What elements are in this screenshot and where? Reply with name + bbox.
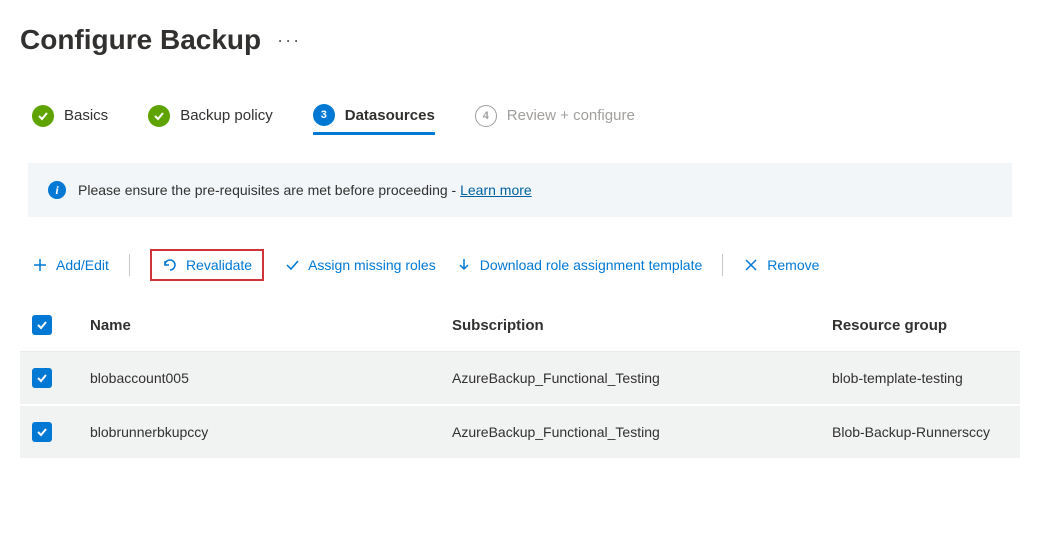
separator [722, 254, 723, 276]
step-number-icon: 4 [475, 105, 497, 127]
table-row[interactable]: blobaccount005 AzureBackup_Functional_Te… [20, 352, 1020, 406]
button-label: Assign missing roles [308, 257, 436, 273]
row-checkbox[interactable] [32, 368, 52, 388]
download-icon [456, 257, 472, 273]
row-subscription: AzureBackup_Functional_Testing [452, 370, 832, 386]
learn-more-link[interactable]: Learn more [460, 182, 532, 198]
wizard-tabs: Basics Backup policy 3 Datasources 4 Rev… [20, 64, 1020, 135]
info-banner-text: Please ensure the pre-requisites are met… [78, 182, 460, 198]
toolbar: Add/Edit Revalidate Assign missing roles… [20, 217, 1020, 299]
info-text: Please ensure the pre-requisites are met… [78, 182, 532, 198]
step-number-icon: 3 [313, 104, 335, 126]
assign-missing-roles-button[interactable]: Assign missing roles [284, 257, 436, 273]
tab-label: Datasources [345, 107, 435, 124]
row-resource-group: blob-template-testing [832, 370, 1008, 386]
row-resource-group: Blob-Backup-Runnersccy [832, 424, 1008, 440]
button-label: Download role assignment template [480, 257, 703, 273]
select-all-checkbox[interactable] [32, 315, 52, 335]
datasources-table: Name Subscription Resource group blobacc… [20, 299, 1020, 460]
name-header: Name [82, 317, 452, 334]
info-icon: i [48, 181, 66, 199]
row-name: blobrunnerbkupccy [82, 424, 452, 440]
x-icon [743, 257, 759, 273]
tab-datasources[interactable]: 3 Datasources [313, 104, 435, 135]
tab-label: Basics [64, 107, 108, 124]
subscription-header: Subscription [452, 317, 832, 334]
add-edit-button[interactable]: Add/Edit [32, 257, 109, 273]
separator [129, 254, 130, 276]
tab-backup-policy[interactable]: Backup policy [148, 105, 273, 135]
page-title: Configure Backup [20, 24, 261, 56]
plus-icon [32, 257, 48, 273]
check-icon [284, 257, 300, 273]
row-checkbox[interactable] [32, 422, 52, 442]
remove-button[interactable]: Remove [743, 257, 819, 273]
table-header-row: Name Subscription Resource group [20, 299, 1020, 352]
more-actions-icon[interactable]: ··· [277, 30, 301, 51]
check-icon [32, 105, 54, 127]
revalidate-button[interactable]: Revalidate [150, 249, 264, 281]
tab-label: Review + configure [507, 107, 635, 124]
table-row[interactable]: blobrunnerbkupccy AzureBackup_Functional… [20, 406, 1020, 460]
tab-basics[interactable]: Basics [32, 105, 108, 135]
tab-review-configure: 4 Review + configure [475, 105, 635, 135]
button-label: Add/Edit [56, 257, 109, 273]
row-subscription: AzureBackup_Functional_Testing [452, 424, 832, 440]
refresh-icon [162, 257, 178, 273]
tab-label: Backup policy [180, 107, 273, 124]
check-icon [148, 105, 170, 127]
button-label: Remove [767, 257, 819, 273]
row-name: blobaccount005 [82, 370, 452, 386]
download-template-button[interactable]: Download role assignment template [456, 257, 703, 273]
info-banner: i Please ensure the pre-requisites are m… [28, 163, 1012, 217]
button-label: Revalidate [186, 257, 252, 273]
resource-group-header: Resource group [832, 317, 1008, 334]
